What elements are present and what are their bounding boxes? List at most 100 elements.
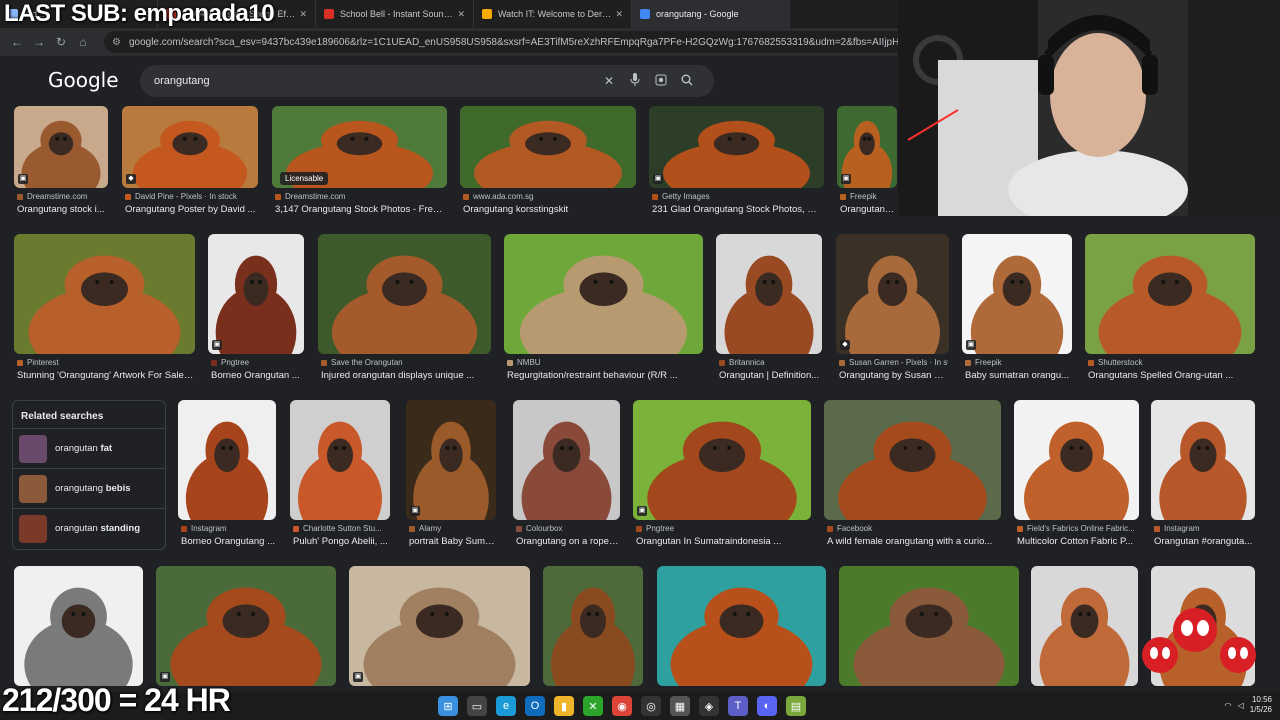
image-result-card[interactable]: ▣ Alamy portrait Baby Sumat...: [406, 400, 496, 552]
google-logo[interactable]: Google: [48, 68, 119, 92]
site-info-icon[interactable]: ⚙: [112, 37, 121, 48]
image-result-thumbnail[interactable]: [1031, 566, 1138, 686]
image-result-thumbnail[interactable]: ▣: [349, 566, 530, 686]
image-source[interactable]: Getty Images: [652, 192, 823, 201]
image-result-card[interactable]: Shutterstock Orangutans Spelled Orang-uta…: [1085, 234, 1255, 386]
image-result-thumbnail[interactable]: [839, 566, 1019, 686]
image-result-thumbnail[interactable]: ◆: [122, 106, 258, 188]
image-result-card[interactable]: Field's Fabrics Online Fabric... Multicol…: [1014, 400, 1139, 552]
image-result-card[interactable]: ▣ Getty Images 231 Glad Orangutang Stock P…: [649, 106, 824, 220]
back-icon[interactable]: ←: [6, 35, 28, 49]
teams-icon[interactable]: T: [728, 696, 748, 716]
image-result-thumbnail[interactable]: ▣: [962, 234, 1072, 354]
image-caption[interactable]: 231 Glad Orangutang Stock Photos, Hi...: [652, 204, 823, 215]
obs-icon[interactable]: ◎: [641, 696, 661, 716]
edge-icon[interactable]: e: [496, 696, 516, 716]
image-source[interactable]: www.ada.com.sg: [463, 192, 635, 201]
image-result-thumbnail[interactable]: [1014, 400, 1139, 520]
outlook-icon[interactable]: O: [525, 696, 545, 716]
image-result-card[interactable]: ◆ David Pine - Pixels · In stock Orangutan…: [122, 106, 258, 220]
image-source[interactable]: Pngtree: [636, 524, 810, 533]
image-result-thumbnail[interactable]: [14, 566, 143, 686]
image-caption[interactable]: Orangutan | Definition...: [719, 370, 821, 381]
image-caption[interactable]: Stunning 'Orangutang' Artwork For Sale .…: [17, 370, 194, 381]
tab-close-icon[interactable]: ✕: [299, 9, 307, 20]
image-caption[interactable]: Regurgitation/restraint behaviour (R/R .…: [507, 370, 702, 381]
image-caption[interactable]: Baby sumatran orangu...: [965, 370, 1071, 381]
wifi-icon[interactable]: ◠: [1225, 701, 1232, 710]
image-caption[interactable]: Multicolor Cotton Fabric P...: [1017, 536, 1138, 547]
image-result-card[interactable]: Britannica Orangutan | Definition...: [716, 234, 822, 386]
image-caption[interactable]: portrait Baby Sumat...: [409, 536, 495, 547]
image-result-thumbnail[interactable]: [178, 400, 276, 520]
image-source[interactable]: Freepik: [840, 192, 896, 201]
image-result-card[interactable]: ▣ Pngtree Orangutan In Sumatraindonesia ..…: [633, 400, 811, 552]
image-result-card[interactable]: Colourbox Orangutang on a rope ...: [513, 400, 620, 552]
image-caption[interactable]: Orangutang by Susan G...: [839, 370, 948, 381]
image-result-card[interactable]: ◆ Susan Garren - Pixels · In stock Orangut…: [836, 234, 949, 386]
discord-icon[interactable]: ◐: [757, 696, 777, 716]
image-source[interactable]: Pngtree: [211, 358, 303, 367]
image-result-thumbnail[interactable]: [460, 106, 636, 188]
image-result-thumbnail[interactable]: [1151, 400, 1255, 520]
image-source[interactable]: Instagram: [181, 524, 275, 533]
reload-icon[interactable]: ↻: [50, 35, 72, 49]
image-result-card[interactable]: www.ada.com.sg Orangutang korsstingskit: [460, 106, 636, 220]
windows-start-icon[interactable]: ⊞: [438, 696, 458, 716]
image-source[interactable]: Field's Fabrics Online Fabric...: [1017, 524, 1138, 533]
search-box[interactable]: orangutang ✕: [140, 65, 714, 97]
image-source[interactable]: Britannica: [719, 358, 821, 367]
image-result-card[interactable]: ▣ Dreamstime.com Orangutang stock i...: [14, 106, 108, 220]
image-result-card[interactable]: ▣ Pngtree Borneo Orangutan ...: [208, 234, 304, 386]
image-caption[interactable]: Borneo Orangutan ...: [211, 370, 303, 381]
image-result-thumbnail[interactable]: ◆: [836, 234, 949, 354]
image-source[interactable]: Shutterstock: [1088, 358, 1254, 367]
image-source[interactable]: Instagram: [1154, 524, 1254, 533]
image-caption[interactable]: Orangutans Spelled Orang-utan ...: [1088, 370, 1254, 381]
search-icon[interactable]: [674, 74, 700, 89]
tab-close-icon[interactable]: ✕: [457, 9, 465, 20]
image-source[interactable]: Save the Orangutan: [321, 358, 490, 367]
image-source[interactable]: David Pine - Pixels · In stock: [125, 192, 257, 201]
image-source[interactable]: Pinterest: [17, 358, 194, 367]
home-icon[interactable]: ⌂: [72, 35, 94, 49]
related-search-item[interactable]: orangutan fat: [13, 428, 165, 468]
image-result-card[interactable]: Save the Orangutan Injured orangutan disp…: [318, 234, 491, 386]
image-result-thumbnail[interactable]: ▣: [837, 106, 897, 188]
forward-icon[interactable]: →: [28, 35, 50, 49]
image-result-thumbnail[interactable]: [14, 234, 195, 354]
browser-tab-4[interactable]: Watch IT: Welcome to Derry Se ✕: [474, 0, 632, 28]
close-icon[interactable]: ✕: [596, 74, 622, 88]
image-result-thumbnail[interactable]: ▣: [208, 234, 304, 354]
image-source[interactable]: Alamy: [409, 524, 495, 533]
image-result-card[interactable]: Facebook A wild female orangutang with a …: [824, 400, 1001, 552]
image-result-thumbnail[interactable]: [543, 566, 643, 686]
image-caption[interactable]: A wild female orangutang with a curio...: [827, 536, 1000, 547]
image-result-card[interactable]: Licensable Dreamstime.com 3,147 Orangutang…: [272, 106, 447, 220]
chrome-icon[interactable]: ◉: [612, 696, 632, 716]
image-result-thumbnail[interactable]: [513, 400, 620, 520]
image-caption[interactable]: Orangutang stock i...: [17, 204, 107, 215]
image-source[interactable]: Dreamstime.com: [275, 192, 446, 201]
folder-app-icon[interactable]: ▤: [786, 696, 806, 716]
image-result-card[interactable]: Instagram Orangutan #orangutа...: [1151, 400, 1255, 552]
location-icon[interactable]: ◈: [699, 696, 719, 716]
related-search-item[interactable]: orangutan standing: [13, 508, 165, 548]
image-caption[interactable]: Orangutang on a rope ...: [516, 536, 619, 547]
image-source[interactable]: Facebook: [827, 524, 1000, 533]
image-result-thumbnail[interactable]: [290, 400, 390, 520]
image-result-card[interactable]: Instagram Borneo Orangutang ...: [178, 400, 276, 552]
image-source[interactable]: NMBU: [507, 358, 702, 367]
image-result-thumbnail[interactable]: [1085, 234, 1255, 354]
browser-tab-3[interactable]: School Bell - Instant Sound Effe ✕: [316, 0, 474, 28]
lens-icon[interactable]: [648, 74, 674, 89]
browser-tab-5[interactable]: orangutang - Google: [632, 0, 790, 28]
image-caption[interactable]: Injured orangutan displays unique ...: [321, 370, 490, 381]
image-source[interactable]: Susan Garren - Pixels · In stock: [839, 358, 948, 367]
image-result-card[interactable]: NMBU Regurgitation/restraint behaviour (R…: [504, 234, 703, 386]
image-caption[interactable]: Borneo Orangutang ...: [181, 536, 275, 547]
image-caption[interactable]: Orangutan In Sumatraindonesia ...: [636, 536, 810, 547]
image-result-thumbnail[interactable]: ▣: [156, 566, 336, 686]
clock[interactable]: 10:56 1/5/26: [1250, 695, 1272, 715]
image-caption[interactable]: Orangutang korsstingskit: [463, 204, 635, 215]
